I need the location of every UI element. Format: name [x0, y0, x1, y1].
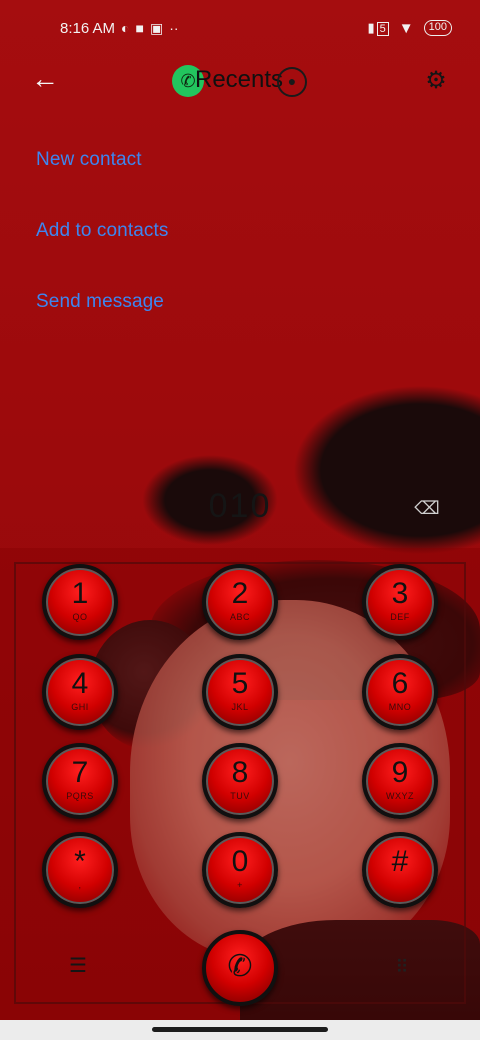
- status-bar: 8:16 AM ◐ ■ ▣ ·· ▮ 5 ▼ 100: [0, 0, 480, 56]
- wifi-icon: ▼: [398, 19, 414, 37]
- key-5[interactable]: 5 JKL: [202, 654, 278, 730]
- settings-button[interactable]: ⚙: [422, 67, 450, 95]
- key-digit: 3: [391, 577, 409, 610]
- key-0[interactable]: 0 +: [202, 832, 278, 908]
- key-digit: 6: [391, 667, 409, 700]
- new-contact-link[interactable]: New contact: [36, 149, 142, 171]
- more-dots-icon: ··: [169, 20, 179, 36]
- home-indicator[interactable]: [152, 1027, 328, 1032]
- page-title: Recents: [195, 66, 284, 93]
- key-digit: 5: [231, 667, 249, 700]
- battery-icon: 100: [423, 20, 452, 36]
- key-9[interactable]: 9 WXYZ: [362, 743, 438, 819]
- backspace-icon[interactable]: ⌫: [412, 498, 442, 518]
- key-letters: ABC: [229, 612, 250, 622]
- key-letters: ,: [78, 880, 82, 890]
- key-hash[interactable]: #: [362, 832, 438, 908]
- key-8[interactable]: 8 TUV: [202, 743, 278, 819]
- key-1[interactable]: 1 QO: [42, 564, 118, 640]
- key-letters: JKL: [231, 702, 249, 712]
- add-to-contacts-link[interactable]: Add to contacts: [36, 220, 168, 242]
- key-letters: +: [237, 880, 243, 890]
- square-icon: ■: [135, 20, 144, 36]
- key-6[interactable]: 6 MNO: [362, 654, 438, 730]
- menu-icon[interactable]: ☰: [66, 956, 90, 976]
- key-digit: 8: [231, 756, 249, 789]
- signal-icon: ▮ 5: [368, 20, 389, 36]
- key-digit: 7: [71, 756, 89, 789]
- key-letters: MNO: [388, 702, 412, 712]
- key-digit: 0: [231, 845, 249, 878]
- key-digit: *: [74, 845, 86, 878]
- vpn-icon: ◐: [121, 20, 130, 36]
- key-letters: GHI: [71, 702, 89, 712]
- key-4[interactable]: 4 GHI: [42, 654, 118, 730]
- key-7[interactable]: 7 PQRS: [42, 743, 118, 819]
- key-2[interactable]: 2 ABC: [202, 564, 278, 640]
- key-letters: PQRS: [66, 791, 94, 801]
- key-letters: DEF: [390, 612, 410, 622]
- key-digit: 4: [71, 667, 89, 700]
- key-digit: #: [391, 845, 409, 878]
- dialpad-toggle-icon[interactable]: ⠿: [390, 956, 414, 978]
- key-digit: 2: [231, 577, 249, 610]
- send-message-link[interactable]: Send message: [36, 291, 164, 313]
- status-right: ▮ 5 ▼ 100: [368, 19, 452, 37]
- key-letters: TUV: [230, 791, 250, 801]
- account-icon[interactable]: ●: [277, 67, 307, 97]
- key-letters: WXYZ: [386, 791, 414, 801]
- notification-icon: ▣: [149, 19, 164, 36]
- status-time: 8:16 AM: [60, 19, 116, 37]
- dialed-number: 010: [208, 487, 272, 525]
- key-letters: QO: [72, 612, 88, 622]
- key-digit: 1: [71, 577, 89, 610]
- signal-badge: 5: [376, 22, 389, 36]
- top-bar: ← ✆ Recents ● ⚙: [0, 56, 480, 106]
- back-button[interactable]: ←: [28, 64, 62, 98]
- key-3[interactable]: 3 DEF: [362, 564, 438, 640]
- key-digit: 9: [391, 756, 409, 789]
- key-star[interactable]: * ,: [42, 832, 118, 908]
- call-button[interactable]: ✆: [202, 930, 278, 1006]
